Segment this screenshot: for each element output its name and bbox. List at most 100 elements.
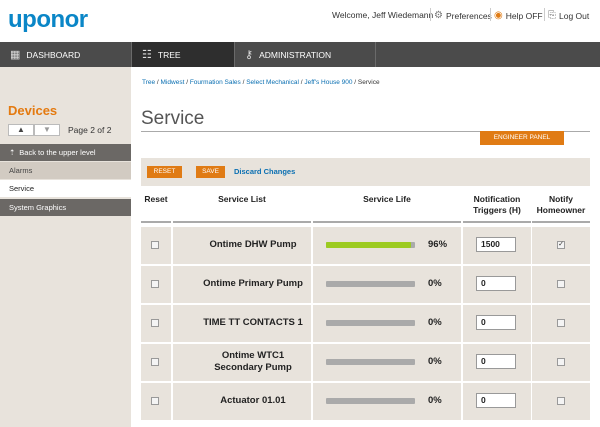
service-name-line: Ontime WTC1 [221,350,285,361]
breadcrumb-link[interactable]: Tree [142,79,155,86]
reset-button[interactable]: RESET [147,166,182,178]
column-header-notify-homeowner: Notify Homeowner [532,194,590,216]
back-label: Back to the upper level [19,148,96,157]
save-button[interactable]: SAVE [196,166,225,178]
help-toggle[interactable]: ◉ Help OFF [494,10,543,21]
notification-trigger-input[interactable]: 0 [476,315,516,330]
reset-checkbox[interactable] [151,241,159,249]
sidebar-item-system-graphics[interactable]: System Graphics [0,199,131,216]
service-name-line: Ontime Primary Pump [203,278,303,289]
app-header: uponor Welcome, Jeff Wiedemann ⚙ Prefere… [0,0,600,42]
header-line: Triggers (H) [473,205,521,215]
header-underline [532,221,590,223]
breadcrumb-current: Service [357,79,380,86]
header-line: Homeowner [536,205,586,215]
help-label: Help OFF [505,10,543,21]
pager-text: Page 2 of 2 [68,125,112,135]
notify-homeowner-checkbox[interactable]: ✓ [557,241,565,249]
service-name: Actuator 01.01 [173,395,333,407]
logout-link[interactable]: ⎘ Log Out [548,10,589,21]
table-row: Actuator 01.01 0% 0 [141,383,590,420]
logout-icon: ⎘ [548,10,556,21]
sidebar-item-alarms[interactable]: Alarms [0,162,131,179]
service-life-bar [326,242,415,248]
action-toolbar: RESET SAVE Discard Changes [141,158,590,186]
column-header-service-life: Service Life [363,194,411,204]
sidebar-item-service[interactable]: Service [0,180,131,197]
breadcrumb-link[interactable]: Jeff's House 900 [304,79,352,86]
service-name: Ontime DHW Pump [173,239,333,251]
notification-trigger-input[interactable]: 1500 [476,237,516,252]
discard-changes-link[interactable]: Discard Changes [234,167,295,176]
reset-checkbox[interactable] [151,280,159,288]
main-nav: ▦ DASHBOARD ☷ TREE ⚷ ADMINISTRATION [0,42,600,67]
service-name-line: TIME TT CONTACTS 1 [203,317,303,328]
service-life-percent: 0% [428,278,442,289]
service-life-bar [326,359,415,365]
page-title: Service [141,108,205,129]
service-life-percent: 0% [428,356,442,367]
header-underline [313,221,461,223]
notify-homeowner-checkbox[interactable] [557,280,565,288]
sidebar-item-label: Service [9,184,35,193]
header-line: Notify [548,194,574,204]
breadcrumb-link[interactable]: Fourmation Sales [190,79,241,86]
column-header-service-list: Service List [218,194,266,204]
sidebar-item-label: Alarms [9,166,33,175]
preferences-link[interactable]: ⚙ Preferences [434,10,492,21]
tree-icon: ☷ [142,49,152,61]
uponor-logo[interactable]: uponor [8,6,88,34]
help-icon: ◉ [494,10,503,21]
nav-tree-label: TREE [157,49,181,60]
breadcrumb-link[interactable]: Midwest [161,79,185,86]
service-life-percent: 0% [428,395,442,406]
service-name-line: Secondary Pump [214,362,292,373]
header-divider [544,8,545,21]
reset-checkbox[interactable] [151,397,159,405]
service-life-percent: 96% [428,239,448,250]
back-to-upper-level[interactable]: ⇡ Back to the upper level [0,144,131,161]
devices-title: Devices [8,103,58,118]
column-header-reset: Reset [144,194,168,204]
service-life-percent: 0% [428,317,442,328]
notification-trigger-input[interactable]: 0 [476,393,516,408]
table-row: Ontime WTC1 Secondary Pump 0% 0 [141,344,590,381]
header-line: Notification [473,194,521,204]
nav-administration[interactable]: ⚷ ADMINISTRATION [235,42,375,67]
breadcrumb-link[interactable]: Select Mechanical [246,79,299,86]
welcome-text: Welcome, Jeff Wiedemann [332,10,434,20]
engineer-panel-button[interactable]: ENGINEER PANEL [480,131,564,145]
service-name: Ontime WTC1 Secondary Pump [173,350,333,374]
page-up-button[interactable]: ▲ [8,124,34,136]
sidebar-item-label: System Graphics [9,203,67,212]
pager: ▲ ▼ Page 2 of 2 [8,124,111,136]
nav-dashboard[interactable]: ▦ DASHBOARD [0,42,131,67]
service-name-line: Actuator 01.01 [220,395,286,406]
nav-tree[interactable]: ☷ TREE [132,42,234,67]
table-row: Ontime DHW Pump 96% 1500 ✓ [141,227,590,264]
column-header-notification: Notification Triggers (H) [463,194,531,216]
gear-icon: ⚙ [434,10,443,21]
reset-checkbox[interactable] [151,358,159,366]
table-row: Ontime Primary Pump 0% 0 [141,266,590,303]
back-arrow-icon: ⇡ [9,148,16,157]
notify-homeowner-checkbox[interactable] [557,397,565,405]
header-underline [463,221,531,223]
table-row: TIME TT CONTACTS 1 0% 0 [141,305,590,342]
logout-label: Log Out [559,10,590,21]
service-life-bar [326,281,415,287]
reset-checkbox[interactable] [151,319,159,327]
notify-homeowner-checkbox[interactable] [557,358,565,366]
service-name: Ontime Primary Pump [173,278,333,290]
notify-homeowner-checkbox[interactable] [557,319,565,327]
nav-administration-label: ADMINISTRATION [259,49,332,60]
key-icon: ⚷ [245,49,254,61]
notification-trigger-input[interactable]: 0 [476,276,516,291]
breadcrumb: Tree / Midwest / Fourmation Sales / Sele… [142,79,380,86]
header-underline [173,221,311,223]
service-life-bar [326,320,415,326]
notification-trigger-input[interactable]: 0 [476,354,516,369]
service-life-fill [326,242,412,248]
page-down-button[interactable]: ▼ [34,124,60,136]
service-name-line: Ontime DHW Pump [209,239,297,250]
